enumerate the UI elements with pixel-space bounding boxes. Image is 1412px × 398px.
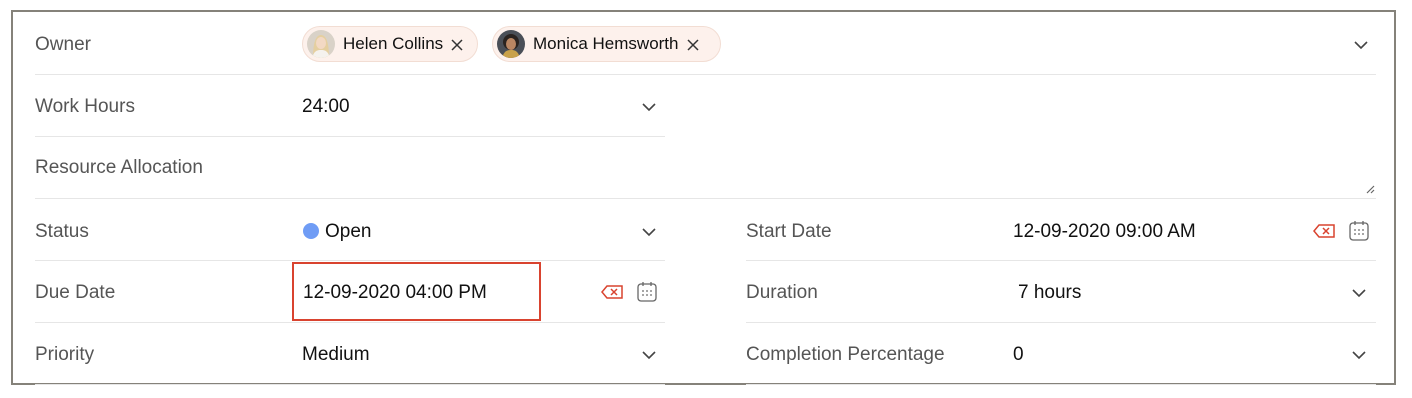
resize-handle-icon[interactable]: [1365, 181, 1375, 199]
chevron-down-icon[interactable]: [1351, 350, 1367, 360]
owner-row: Owner Helen Collins Monica Hemsworth: [35, 12, 1376, 75]
due-date-label: Due Date: [35, 282, 116, 303]
due-date-highlight: [292, 262, 541, 321]
priority-value[interactable]: Medium: [302, 344, 370, 366]
work-hours-label: Work Hours: [35, 96, 135, 117]
calendar-icon[interactable]: [1349, 220, 1369, 246]
status-row: Status Open: [35, 199, 665, 261]
clear-icon[interactable]: [1313, 224, 1335, 243]
owner-chip-monica-hemsworth[interactable]: Monica Hemsworth: [492, 26, 721, 62]
resource-allocation-row: Resource Allocation: [35, 137, 1376, 199]
start-date-value[interactable]: 12-09-2020 09:00 AM: [1013, 221, 1196, 243]
completion-percentage-value[interactable]: 0: [1013, 344, 1024, 366]
avatar: [307, 30, 335, 58]
owner-label: Owner: [35, 34, 91, 55]
chevron-down-icon[interactable]: [641, 227, 657, 237]
remove-owner-icon[interactable]: [451, 38, 463, 51]
clear-icon[interactable]: [601, 285, 623, 304]
priority-row: Priority Medium: [35, 323, 665, 385]
calendar-icon[interactable]: [637, 281, 657, 307]
owner-name: Monica Hemsworth: [533, 34, 679, 53]
work-hours-value[interactable]: 24:00: [302, 96, 350, 118]
completion-percentage-row: Completion Percentage 0: [746, 323, 1376, 385]
chevron-down-icon[interactable]: [641, 102, 657, 112]
resource-allocation-label: Resource Allocation: [35, 157, 203, 178]
start-date-label: Start Date: [746, 221, 832, 242]
duration-value[interactable]: 7 hours: [1018, 282, 1081, 304]
avatar: [497, 30, 525, 58]
chevron-down-icon[interactable]: [641, 350, 657, 360]
duration-label: Duration: [746, 282, 818, 303]
completion-percentage-label: Completion Percentage: [746, 344, 945, 365]
status-dot: [303, 223, 319, 239]
chevron-down-icon[interactable]: [1353, 40, 1369, 50]
chevron-down-icon[interactable]: [1351, 288, 1367, 298]
owner-chip-helen-collins[interactable]: Helen Collins: [302, 26, 478, 62]
owner-name: Helen Collins: [343, 34, 444, 53]
start-date-row: Start Date 12-09-2020 09:00 AM: [746, 199, 1376, 261]
status-value[interactable]: Open: [325, 221, 371, 243]
remove-owner-icon[interactable]: [686, 38, 699, 51]
duration-row: Duration 7 hours: [746, 261, 1376, 323]
task-details-form: Owner Helen Collins Monica Hemsworth Wor…: [11, 10, 1396, 385]
status-label: Status: [35, 221, 89, 242]
work-hours-row: Work Hours 24:00: [35, 75, 665, 137]
resource-allocation-textarea[interactable]: [302, 141, 1376, 195]
priority-label: Priority: [35, 344, 95, 365]
